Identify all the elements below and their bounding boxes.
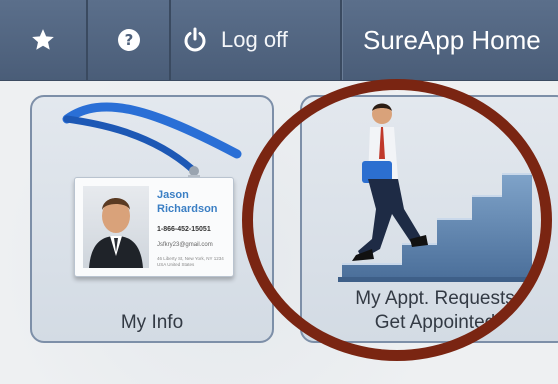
app-title: SureApp Home bbox=[342, 0, 558, 80]
badge-name: Jason Richardson bbox=[157, 188, 218, 216]
home-content: Jason Richardson 1-866-452-15051 Jsfkry2… bbox=[0, 81, 558, 384]
person-photo bbox=[83, 186, 149, 268]
logoff-button[interactable]: Log off bbox=[171, 0, 342, 80]
svg-text:?: ? bbox=[124, 31, 133, 49]
star-icon bbox=[32, 29, 54, 50]
top-navbar: ? Log off SureApp Home bbox=[0, 0, 558, 81]
badge-last-name: Richardson bbox=[157, 203, 218, 215]
id-badge-icon: Jason Richardson 1-866-452-15051 Jsfkry2… bbox=[74, 177, 234, 277]
businessman-climbing-stairs-icon bbox=[338, 103, 536, 282]
badge-phone: 1-866-452-15051 bbox=[157, 226, 211, 233]
badge-address: 46 Liberty St, New York, NY 1234 USA Uni… bbox=[157, 256, 224, 267]
question-circle-icon: ? bbox=[117, 29, 140, 51]
appt-requests-tile[interactable]: My Appt. Requests Get Appointed bbox=[300, 95, 558, 343]
my-info-tile[interactable]: Jason Richardson 1-866-452-15051 Jsfkry2… bbox=[30, 95, 274, 343]
businessman-portrait-icon bbox=[89, 198, 143, 268]
appt-requests-line2: Get Appointed bbox=[374, 312, 496, 333]
power-icon bbox=[184, 27, 206, 52]
my-info-label: My Info bbox=[120, 312, 184, 333]
logoff-label: Log off bbox=[221, 27, 288, 52]
appt-requests-label: My Appt. Requests Get Appointed bbox=[302, 287, 558, 335]
favorites-button[interactable] bbox=[0, 0, 88, 80]
badge-email: Jsfkry23@gmail.com bbox=[157, 242, 213, 248]
appt-requests-line1: My Appt. Requests bbox=[355, 288, 515, 309]
help-button[interactable]: ? bbox=[88, 0, 171, 80]
lanyard-icon bbox=[62, 102, 242, 185]
badge-first-name: Jason bbox=[157, 189, 189, 201]
